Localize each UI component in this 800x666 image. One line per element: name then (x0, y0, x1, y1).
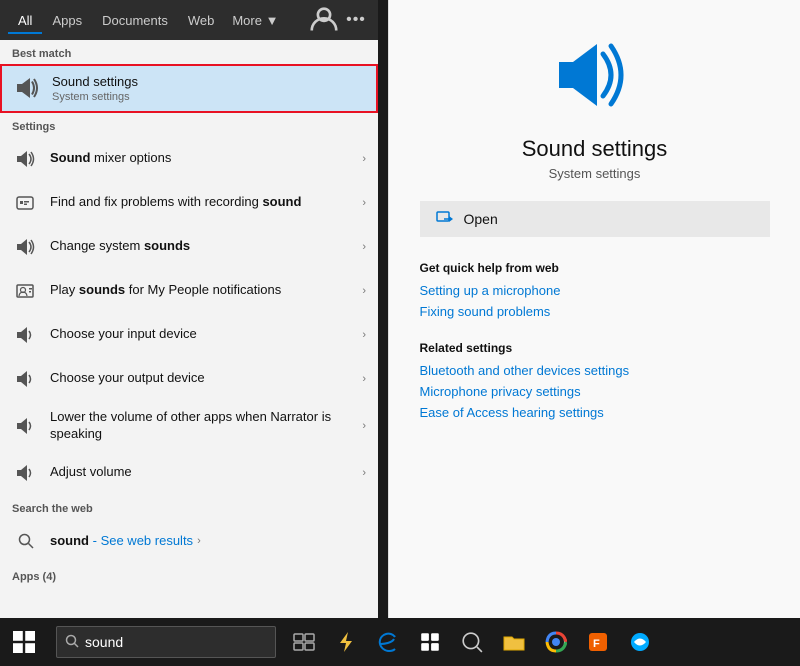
link-microphone-setup[interactable]: Setting up a microphone (420, 283, 770, 298)
arrow-icon-1: › (362, 153, 366, 165)
search-results: Best match Sound settings System setting… (0, 40, 378, 618)
sound-large-icon (555, 40, 635, 124)
link-bluetooth[interactable]: Bluetooth and other devices settings (420, 363, 770, 378)
taskbar-icons: F (284, 622, 660, 662)
result-input-device-title: Choose your input device (50, 326, 358, 343)
result-input-device-text: Choose your input device (50, 326, 358, 343)
store-icon[interactable] (410, 622, 450, 662)
chrome-icon[interactable] (536, 622, 576, 662)
result-my-people-title: Play sounds for My People notifications (50, 282, 358, 299)
taskbar: F (0, 618, 800, 666)
search-web-icon (12, 527, 40, 555)
result-adjust-volume-title: Adjust volume (50, 464, 358, 481)
settings-label: Settings (0, 113, 378, 137)
tab-documents[interactable]: Documents (92, 7, 178, 34)
tab-all[interactable]: All (8, 7, 42, 34)
result-my-people[interactable]: Play sounds for My People notifications … (0, 269, 378, 313)
volume-icon-2 (12, 233, 40, 261)
apps-label: Apps (4) (0, 563, 378, 587)
open-icon (436, 209, 454, 230)
arrow-icon-7: › (362, 420, 366, 432)
open-button[interactable]: Open (420, 201, 770, 237)
arrow-icon-4: › (362, 285, 366, 297)
start-button[interactable] (0, 622, 48, 662)
arrow-icon-3: › (362, 241, 366, 253)
volume-icon-4 (12, 365, 40, 393)
volume-icon-5 (12, 412, 40, 440)
volume-icon-3 (12, 321, 40, 349)
folder-icon[interactable] (494, 622, 534, 662)
edge-icon[interactable] (368, 622, 408, 662)
tab-apps[interactable]: Apps (42, 7, 92, 34)
result-system-sounds-title: Change system sounds (50, 238, 358, 255)
search-nav: All Apps Documents Web More ▼ ••• (0, 0, 378, 40)
result-recording-text: Find and fix problems with recording sou… (50, 194, 358, 211)
volume-icon-6 (12, 459, 40, 487)
result-lower-volume[interactable]: Lower the volume of other apps when Narr… (0, 401, 378, 451)
result-system-sounds[interactable]: Change system sounds › (0, 225, 378, 269)
arrow-icon-2: › (362, 197, 366, 209)
link-microphone-privacy[interactable]: Microphone privacy settings (420, 384, 770, 399)
result-output-device-title: Choose your output device (50, 370, 358, 387)
web-query: sound (50, 533, 89, 548)
record-icon (12, 189, 40, 217)
tab-web[interactable]: Web (178, 7, 225, 34)
taskbar-search-box[interactable] (56, 626, 276, 658)
my-people-icon (12, 277, 40, 305)
best-match-label: Best match (0, 40, 378, 64)
right-panel-subtitle: System settings (549, 166, 641, 181)
result-sound-mixer-title: Sound mixer options (50, 150, 358, 167)
result-my-people-text: Play sounds for My People notifications (50, 282, 358, 299)
task-view-icon[interactable] (284, 622, 324, 662)
best-match-subtitle: System settings (52, 91, 364, 103)
result-sound-mixer[interactable]: Sound mixer options › (0, 137, 378, 181)
tab-more[interactable]: More ▼ (224, 7, 286, 34)
result-adjust-volume-text: Adjust volume (50, 464, 358, 481)
see-results: - See web results (93, 533, 193, 548)
quick-help-section: Get quick help from web Setting up a mic… (420, 261, 770, 325)
quick-help-title: Get quick help from web (420, 261, 770, 275)
arrow-icon-5: › (362, 329, 366, 341)
lightning-icon[interactable] (326, 622, 366, 662)
svg-text:F: F (593, 638, 600, 650)
result-web-search[interactable]: sound - See web results › (0, 519, 378, 563)
sound-settings-icon (14, 74, 42, 102)
arrow-web: › (197, 535, 201, 547)
result-lower-volume-title: Lower the volume of other apps when Narr… (50, 409, 358, 443)
result-input-device[interactable]: Choose your input device › (0, 313, 378, 357)
network-icon[interactable] (620, 622, 660, 662)
taskbar-search-input[interactable] (85, 634, 245, 650)
result-recording-problems[interactable]: Find and fix problems with recording sou… (0, 181, 378, 225)
files-icon[interactable]: F (578, 622, 618, 662)
best-match-text: Sound settings System settings (52, 74, 364, 103)
link-fixing-sound[interactable]: Fixing sound problems (420, 304, 770, 319)
result-lower-volume-text: Lower the volume of other apps when Narr… (50, 409, 358, 443)
result-system-sounds-text: Change system sounds (50, 238, 358, 255)
more-options-icon[interactable]: ••• (342, 6, 370, 34)
search-panel: All Apps Documents Web More ▼ ••• Best m… (0, 0, 378, 618)
taskbar-search-icon (65, 634, 79, 651)
best-match-title: Sound settings (52, 74, 364, 91)
volume-icon-1 (12, 145, 40, 173)
web-label: Search the web (0, 495, 378, 519)
arrow-icon-8: › (362, 467, 366, 479)
related-settings-section: Related settings Bluetooth and other dev… (420, 341, 770, 426)
user-icon[interactable] (310, 6, 338, 34)
result-sound-mixer-text: Sound mixer options (50, 150, 358, 167)
result-recording-title: Find and fix problems with recording sou… (50, 194, 358, 211)
related-settings-title: Related settings (420, 341, 770, 355)
cortana-icon[interactable] (452, 622, 492, 662)
result-best-match[interactable]: Sound settings System settings (0, 64, 378, 113)
right-panel: Sound settings System settings Open Get … (388, 0, 800, 618)
result-output-device[interactable]: Choose your output device › (0, 357, 378, 401)
web-search-text: sound - See web results (50, 533, 193, 548)
result-output-device-text: Choose your output device (50, 370, 358, 387)
open-label: Open (464, 211, 498, 227)
arrow-icon-6: › (362, 373, 366, 385)
result-adjust-volume[interactable]: Adjust volume › (0, 451, 378, 495)
link-ease-of-access[interactable]: Ease of Access hearing settings (420, 405, 770, 420)
right-panel-title: Sound settings (522, 136, 668, 162)
